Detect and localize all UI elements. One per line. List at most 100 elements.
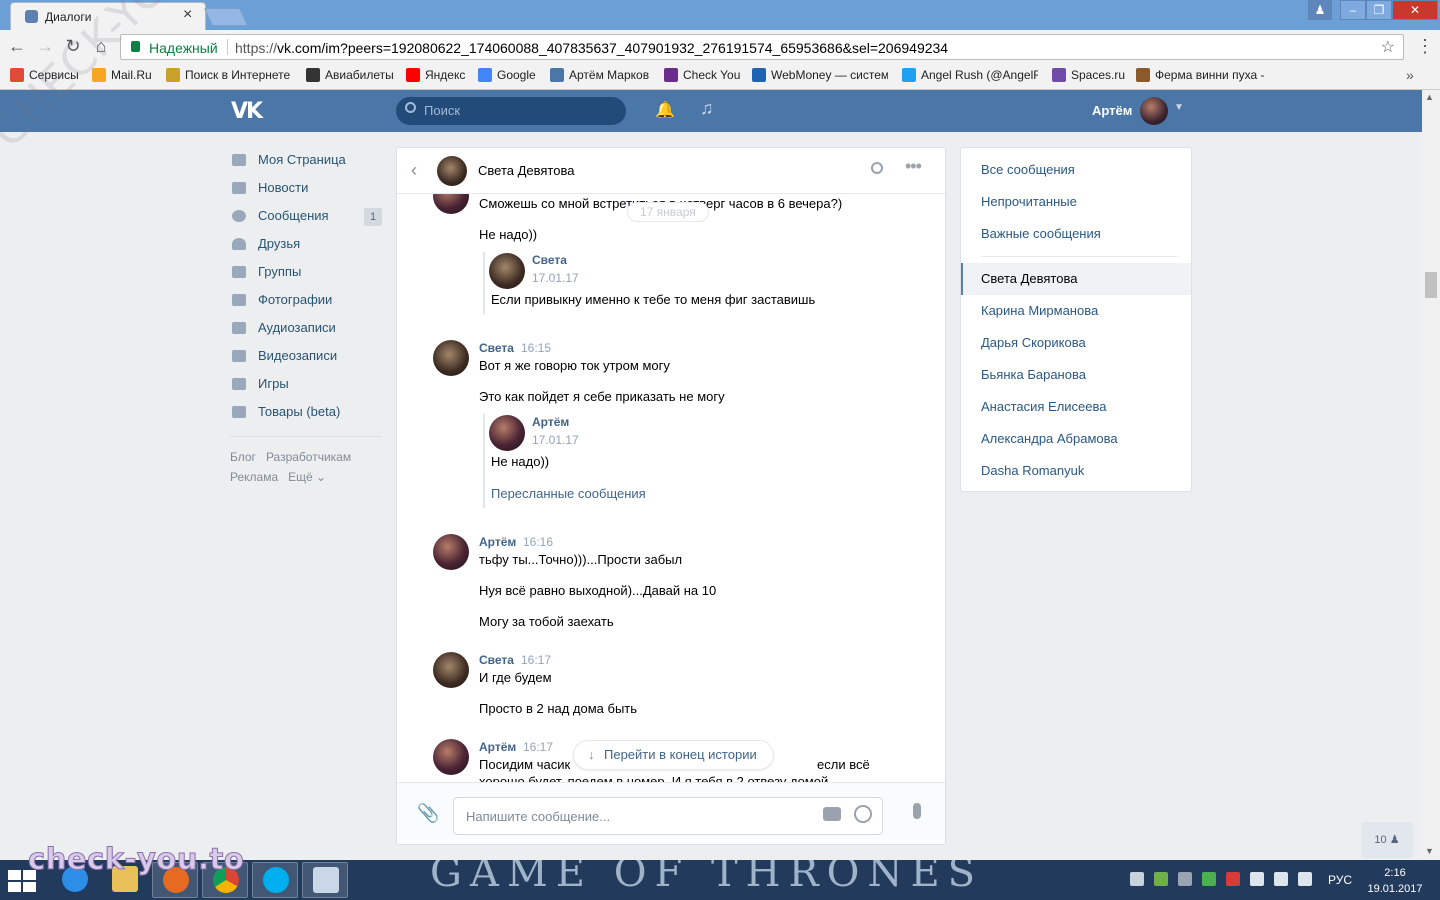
peer-name[interactable]: Света Девятова xyxy=(478,163,574,178)
dialog-item[interactable]: Карина Мирманова xyxy=(981,303,1098,318)
browser-tab[interactable]: Диалоги × xyxy=(10,2,206,30)
tab-close-icon[interactable]: × xyxy=(183,6,192,24)
message-author[interactable]: Артём xyxy=(479,740,516,754)
flag-icon[interactable] xyxy=(1250,872,1264,886)
tray-icon[interactable] xyxy=(1226,872,1240,886)
bookmark-item[interactable]: WebMoney — систем xyxy=(752,68,888,82)
clock[interactable]: 2:16 19.01.2017 xyxy=(1366,865,1424,897)
language-indicator[interactable]: РУС xyxy=(1328,873,1352,887)
forward-icon[interactable]: → xyxy=(34,36,56,57)
dialog-item[interactable]: Дарья Скорикова xyxy=(981,335,1086,350)
bookmarks-overflow-icon[interactable]: » xyxy=(1406,67,1414,83)
nav-item-goods[interactable]: Товары (beta) xyxy=(230,398,382,426)
bookmark-star-icon[interactable]: ☆ xyxy=(1381,37,1395,57)
nav-item-video[interactable]: Видеозаписи xyxy=(230,342,382,370)
scroll-down-icon[interactable]: ▼ xyxy=(1425,846,1434,856)
dialog-item[interactable]: Александра Абрамова xyxy=(981,431,1118,446)
profile-icon[interactable]: ♟ xyxy=(1308,0,1332,20)
nav-item-news[interactable]: Новости xyxy=(230,174,382,202)
avatar[interactable] xyxy=(437,156,467,186)
bookmark-item[interactable]: Поиск в Интернете xyxy=(166,68,290,82)
bookmark-item[interactable]: Ферма винни пуха - xyxy=(1136,68,1272,82)
bookmark-item[interactable]: Сервисы xyxy=(10,68,79,82)
avatar[interactable] xyxy=(433,340,469,376)
avatar[interactable] xyxy=(1140,97,1168,125)
filter-unread[interactable]: Непрочитанные xyxy=(981,194,1077,209)
nav-item-groups[interactable]: Группы xyxy=(230,258,382,286)
forwarded-author[interactable]: Артём xyxy=(532,415,569,429)
bookmark-item[interactable]: Angel Rush (@AngelR xyxy=(902,68,1038,82)
chevron-down-icon[interactable]: ▼ xyxy=(1174,102,1184,113)
nav-item-messages[interactable]: Сообщения 1 xyxy=(230,202,382,230)
dialog-item[interactable]: Бьянка Баранова xyxy=(981,367,1086,382)
taskbar-skype[interactable] xyxy=(252,862,298,898)
bookmark-item[interactable]: Google xyxy=(478,68,536,82)
forwarded-author[interactable]: Света xyxy=(532,253,567,267)
friends-online-button[interactable]: 10 ♟ xyxy=(1361,822,1413,858)
bookmark-item[interactable]: Spaces.ru xyxy=(1052,68,1125,82)
attach-icon[interactable]: 📎 xyxy=(417,803,439,824)
nav-item-friends[interactable]: Друзья xyxy=(230,230,382,258)
footer-link-blog[interactable]: Блог xyxy=(230,450,256,464)
message-input[interactable] xyxy=(453,797,883,835)
forward-bar xyxy=(483,414,485,508)
message-author[interactable]: Артём xyxy=(479,535,516,549)
bell-icon[interactable]: 🔔 xyxy=(655,100,675,119)
back-arrow-icon[interactable]: ‹ xyxy=(411,160,417,181)
address-bar[interactable]: Надежный https://vk.com/im?peers=1920806… xyxy=(120,34,1404,60)
dialog-item[interactable]: Dasha Romanyuk xyxy=(981,463,1084,478)
taskbar-notes[interactable] xyxy=(302,862,348,898)
back-icon[interactable]: ← xyxy=(6,36,28,57)
nav-item-my-page[interactable]: Моя Страница xyxy=(230,146,382,174)
message-author[interactable]: Света xyxy=(479,653,514,667)
jump-to-end-button[interactable]: ↓ Перейти в конец истории xyxy=(573,740,774,770)
page-scrollbar[interactable] xyxy=(1422,90,1440,860)
user-name[interactable]: Артём xyxy=(1092,103,1132,118)
bookmark-item[interactable]: Авиабилеты xyxy=(306,68,394,82)
emoji-icon[interactable] xyxy=(854,805,872,823)
vk-logo-icon[interactable]: VK xyxy=(231,99,263,124)
avatar[interactable] xyxy=(433,652,469,688)
dialog-item[interactable]: Анастасия Елисеева xyxy=(981,399,1107,414)
browser-menu-icon[interactable]: ⋮ xyxy=(1416,36,1434,57)
avatar[interactable] xyxy=(489,253,525,289)
microphone-icon[interactable] xyxy=(913,803,921,819)
avatar[interactable] xyxy=(433,534,469,570)
more-icon[interactable]: ••• xyxy=(905,156,922,177)
bookmark-item[interactable]: Mail.Ru xyxy=(92,68,152,82)
steam-icon[interactable] xyxy=(1178,872,1192,886)
tray-icon[interactable] xyxy=(1202,872,1216,886)
nav-item-photos[interactable]: Фотографии xyxy=(230,286,382,314)
filter-all-messages[interactable]: Все сообщения xyxy=(981,162,1075,177)
avatar[interactable] xyxy=(489,415,525,451)
bookmark-item[interactable]: Check You xyxy=(664,68,740,82)
scroll-up-icon[interactable]: ▲ xyxy=(1425,92,1434,102)
maximize-button[interactable]: ❐ xyxy=(1366,0,1392,20)
minimize-button[interactable]: – xyxy=(1340,0,1366,20)
nav-item-audio[interactable]: Аудиозаписи xyxy=(230,314,382,342)
forwarded-messages-link[interactable]: Пересланные сообщения xyxy=(491,486,646,501)
footer-link-dev[interactable]: Разработчикам xyxy=(266,450,351,464)
dialog-item[interactable]: Света Девятова xyxy=(981,271,1077,286)
footer-link-more[interactable]: Ещё ⌄ xyxy=(288,470,326,484)
volume-icon[interactable] xyxy=(1298,872,1312,886)
new-tab-button[interactable] xyxy=(203,8,249,26)
reload-icon[interactable]: ↻ xyxy=(62,36,84,57)
network-icon[interactable] xyxy=(1274,872,1288,886)
message-author[interactable]: Света xyxy=(479,341,514,355)
filter-important[interactable]: Важные сообщения xyxy=(981,226,1101,241)
avatar[interactable] xyxy=(433,739,469,775)
bookmark-item[interactable]: Артём Марков xyxy=(550,68,649,82)
bookmark-item[interactable]: Яндекс xyxy=(406,68,465,82)
tray-icon[interactable] xyxy=(1130,872,1144,886)
search-input[interactable]: Поиск xyxy=(396,97,626,125)
close-window-button[interactable]: ✕ xyxy=(1392,0,1438,20)
tray-icon[interactable] xyxy=(1154,872,1168,886)
home-icon[interactable]: ⌂ xyxy=(90,36,112,57)
music-note-icon[interactable]: ♫ xyxy=(700,98,714,119)
search-icon[interactable] xyxy=(871,162,883,174)
scrollbar-thumb[interactable] xyxy=(1425,272,1437,298)
footer-link-ads[interactable]: Реклама xyxy=(230,470,278,484)
nav-item-games[interactable]: Игры xyxy=(230,370,382,398)
camera-icon[interactable] xyxy=(823,807,841,821)
